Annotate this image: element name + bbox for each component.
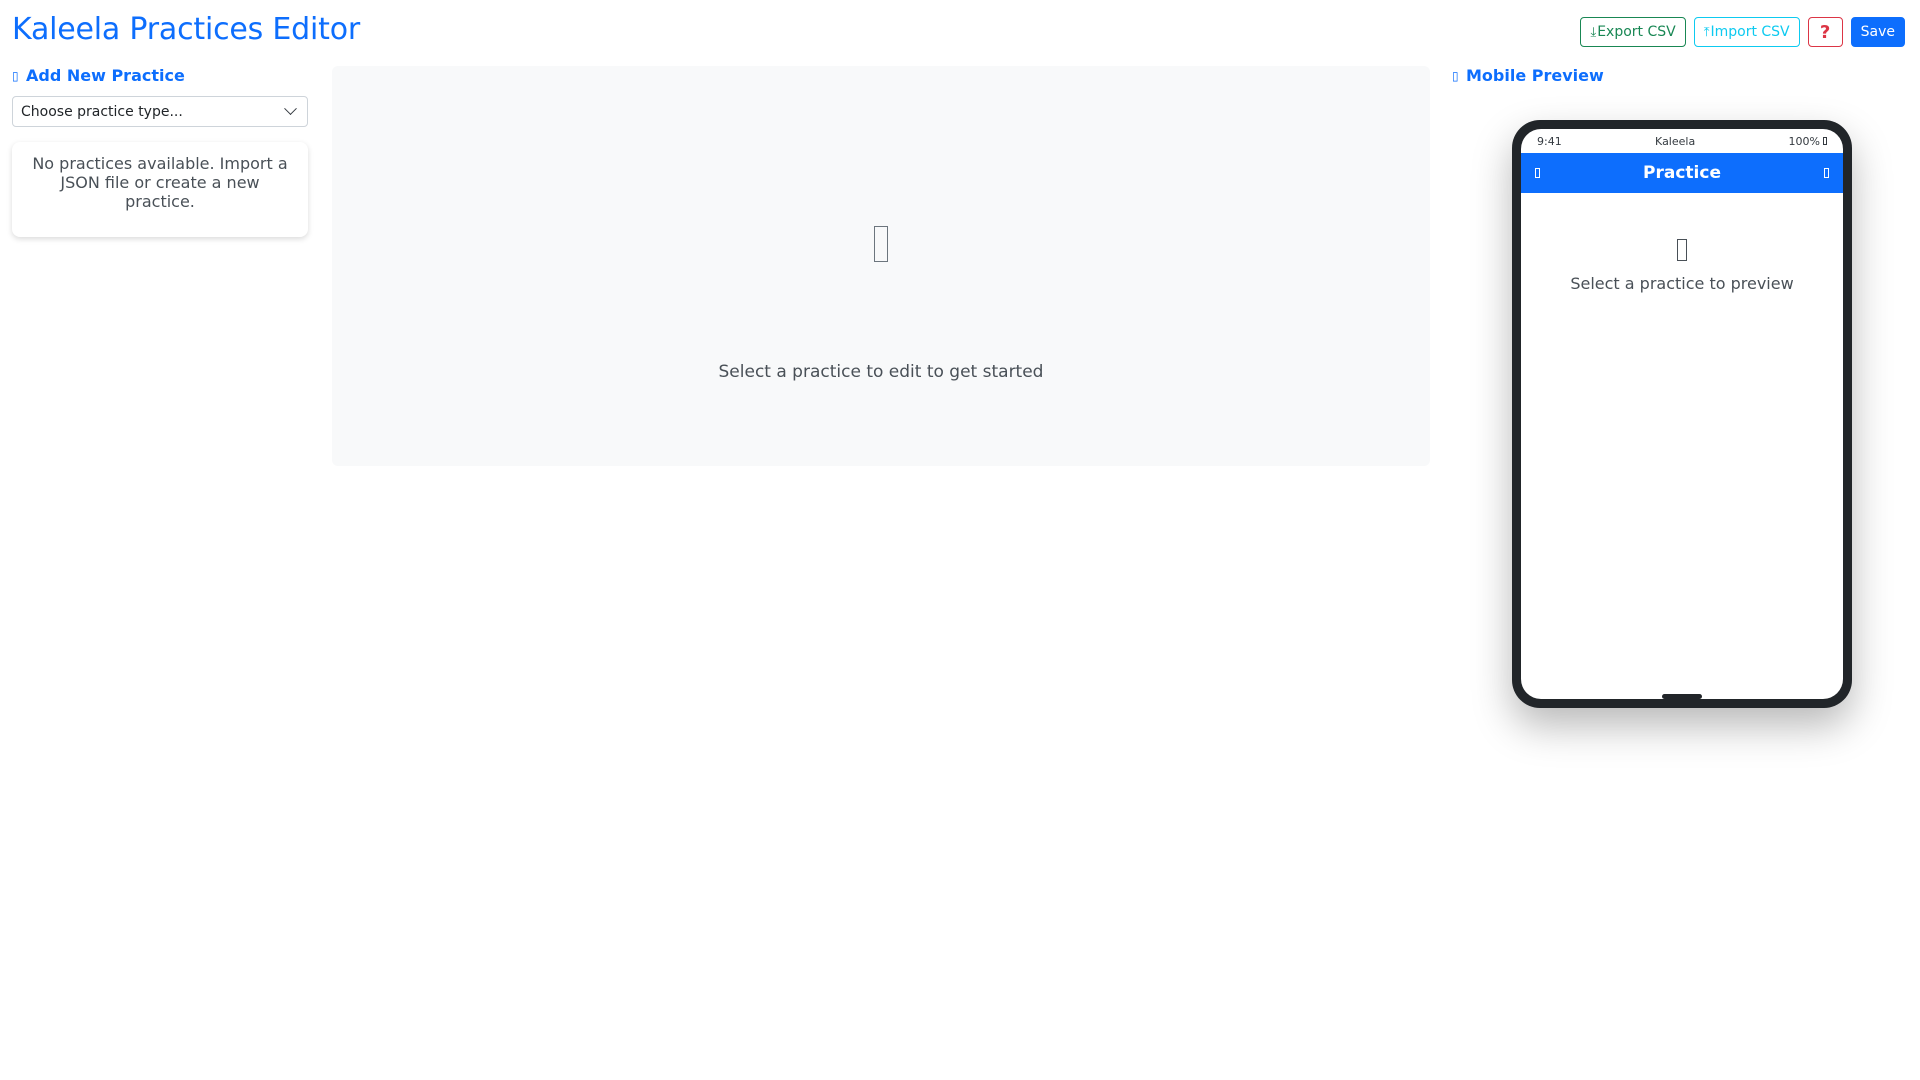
help-label: ? [1819, 21, 1831, 43]
download-icon: ⤓ [1590, 24, 1597, 40]
practices-empty-card: No practices available. Import a JSON fi… [12, 142, 308, 237]
status-time: 9:41 [1537, 134, 1562, 148]
chevron-down-icon [284, 102, 297, 116]
mobile-preview-heading-label: Mobile Preview [1466, 66, 1604, 85]
status-carrier: Kaleela [1655, 134, 1696, 148]
add-practice-heading-label: Add New Practice [26, 66, 185, 85]
save-button[interactable]: Save [1850, 17, 1905, 47]
practices-empty-message: No practices available. Import a JSON fi… [32, 154, 288, 211]
preview-phone-icon [1521, 239, 1843, 265]
phone-icon: ▯ [1452, 68, 1459, 83]
menu-icon[interactable] [1823, 168, 1829, 178]
save-label: Save [1860, 24, 1895, 40]
editor-panel: Select a practice to edit to get started [332, 66, 1430, 466]
phone-status-bar: 9:41 Kaleela 100% [1521, 129, 1843, 153]
preview-app-bar-title: Practice [1643, 163, 1721, 183]
back-icon[interactable] [1535, 168, 1540, 178]
practices-sidebar: ▯ Add New Practice Choose practice type.… [12, 66, 308, 237]
export-csv-label: Export CSV [1597, 24, 1676, 40]
practice-type-select-value: Choose practice type... [21, 103, 183, 120]
add-practice-heading: ▯ Add New Practice [12, 66, 308, 85]
export-csv-button[interactable]: ⤓ Export CSV [1580, 17, 1686, 47]
preview-empty-message: Select a practice to preview [1570, 274, 1794, 293]
home-indicator [1662, 694, 1702, 699]
help-button[interactable]: ? [1807, 17, 1843, 47]
mobile-preview-heading: ▯ Mobile Preview [1452, 66, 1892, 85]
editor-empty-message: Select a practice to edit to get started [718, 362, 1044, 382]
import-csv-button[interactable]: ⤒ Import CSV [1693, 17, 1800, 47]
battery-icon [1823, 137, 1827, 145]
page-title: Kaleela Practices Editor [12, 12, 361, 47]
status-battery-level: 100% [1788, 134, 1820, 148]
plus-circle-icon: ▯ [12, 68, 19, 83]
preview-app-bar: Practice [1521, 153, 1843, 193]
practice-type-select[interactable]: Choose practice type... [12, 96, 308, 127]
toolbar: ⤓ Export CSV ⤒ Import CSV ? Save [1580, 17, 1905, 47]
upload-icon: ⤒ [1703, 24, 1710, 40]
import-csv-label: Import CSV [1710, 24, 1790, 40]
preview-column: ▯ Mobile Preview [1452, 66, 1892, 85]
phone-frame: 9:41 Kaleela 100% Practice Select a prac… [1512, 120, 1852, 708]
edit-icon [332, 226, 1430, 269]
phone-screen: 9:41 Kaleela 100% Practice Select a prac… [1521, 129, 1843, 699]
